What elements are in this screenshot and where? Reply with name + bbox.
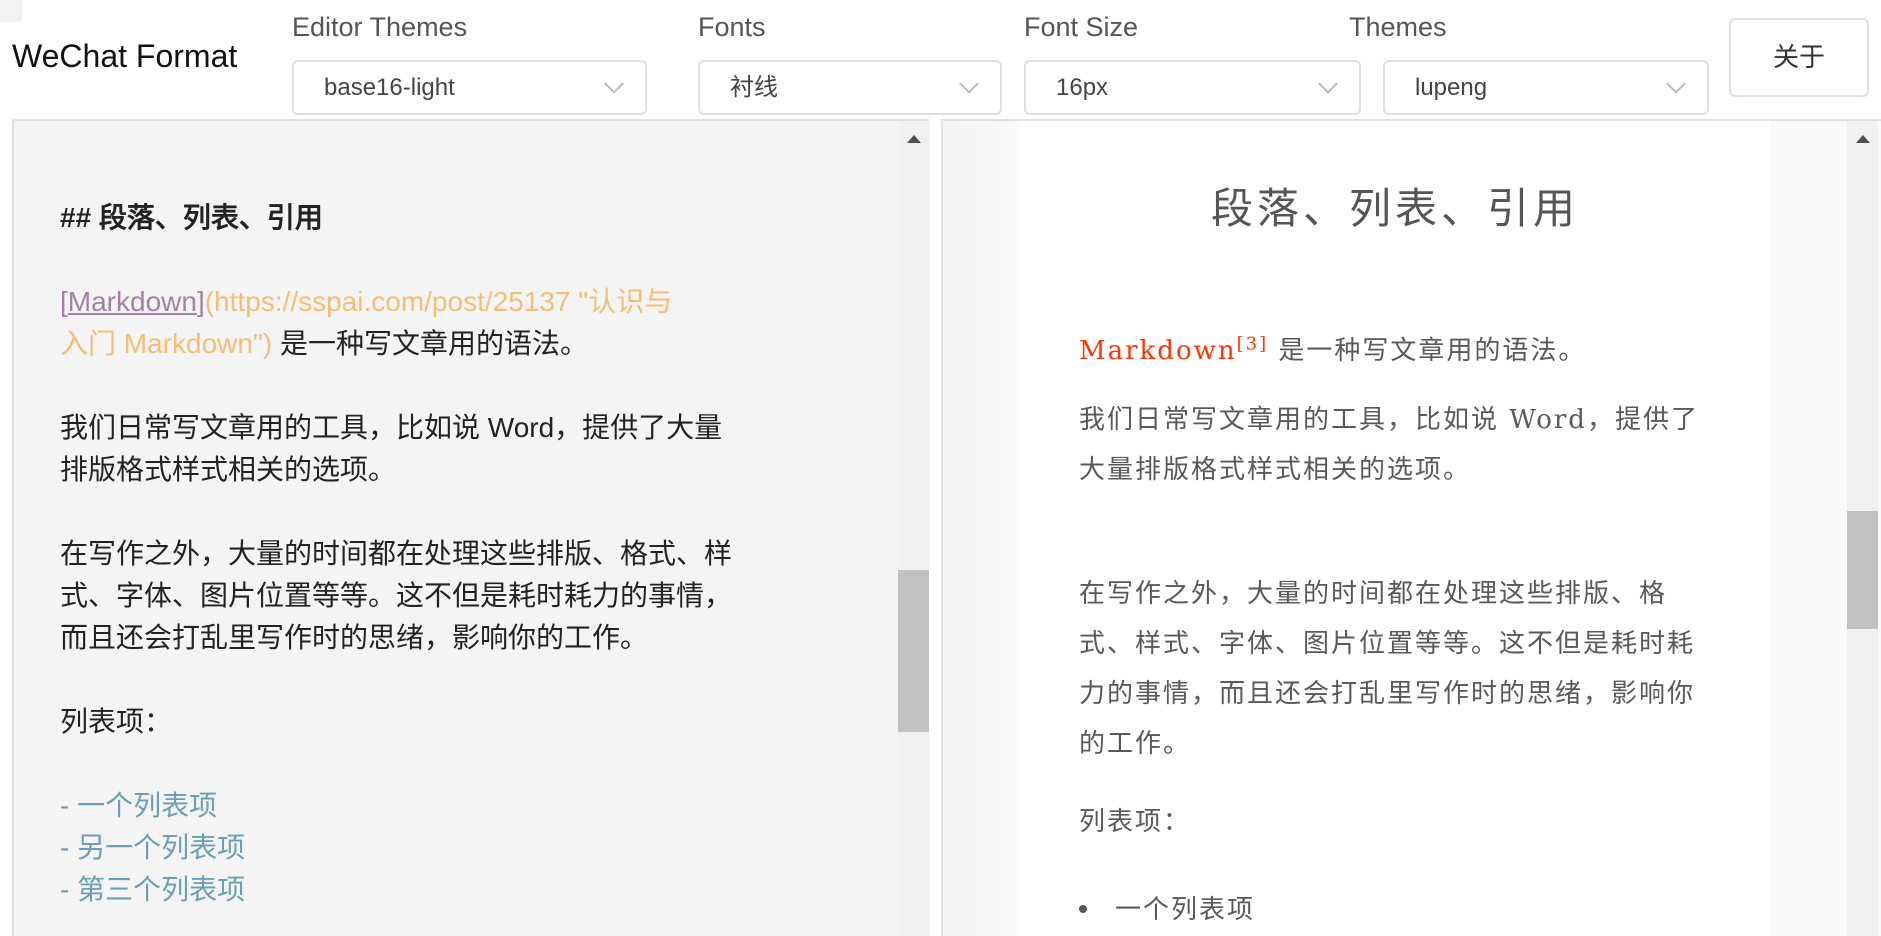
preview-scrollbar[interactable] <box>1847 121 1878 936</box>
preview-list-item-text: 一个列表项 <box>1115 895 1256 925</box>
corner-decoration <box>0 0 22 22</box>
preview-link[interactable]: Markdown <box>1079 336 1237 366</box>
app-title: WeChat Format <box>12 38 238 74</box>
editor-scrollbar[interactable] <box>898 121 929 936</box>
editor-text: 是一种写文章用的语法。 <box>272 328 588 359</box>
scroll-up-arrow-icon[interactable] <box>1856 135 1870 143</box>
preview-paragraph: 在写作之外，大量的时间都在处理这些排版、格式、样式、字体、图片位置等等。这不但是… <box>1079 579 1696 759</box>
editor-line: 而且还会打乱里写作时的思绪，影响你的工作。 <box>60 622 649 653</box>
font-size-value: 16px <box>1056 74 1109 101</box>
preview-paragraph: 我们日常写文章用的工具，比如说 Word，提供了大量排版格式样式相关的选项。 <box>1079 405 1699 485</box>
editor-link-url: (https://sspai.com/post/25137 "认识与 <box>204 286 673 317</box>
editor-line: 列表项： <box>60 706 173 737</box>
about-button[interactable]: 关于 <box>1729 18 1869 97</box>
editor-line: 在写作之外，大量的时间都在处理这些排版、格式、样 <box>60 538 733 569</box>
fonts-select[interactable]: 衬线 <box>698 60 1002 115</box>
editor-themes-value: base16-light <box>324 74 455 101</box>
editor-line: 式、字体、图片位置等等。这不但是耗时耗力的事情， <box>60 580 733 611</box>
preview-list-item: 一个列表项 <box>1079 889 1255 926</box>
preview-scrollbar-thumb[interactable] <box>1847 511 1878 629</box>
link-bracket: ] <box>196 286 205 317</box>
chevron-down-icon <box>1318 73 1338 94</box>
font-size-label: Font Size <box>1024 12 1139 42</box>
editor-line: 排版格式样式相关的选项。 <box>60 454 397 485</box>
editor-line: 我们日常写文章用的工具，比如说 Word，提供了大量 <box>60 412 723 443</box>
chevron-down-icon <box>959 73 979 94</box>
themes-value: lupeng <box>1415 74 1488 101</box>
editor-list-item: - 第三个列表项 <box>60 874 246 905</box>
preview-article: 段落、列表、引用 Markdown[3] 是一种写文章用的语法。 我们日常写文章… <box>1019 121 1771 936</box>
preview-pane: 段落、列表、引用 Markdown[3] 是一种写文章用的语法。 我们日常写文章… <box>941 119 1881 936</box>
link-bracket: [ <box>60 286 68 317</box>
preview-title: 段落、列表、引用 <box>1210 184 1579 233</box>
chevron-down-icon <box>1666 73 1686 94</box>
editor-list-item: - 另一个列表项 <box>60 832 246 863</box>
editor-link-text[interactable]: Markdown <box>68 286 197 317</box>
chevron-down-icon <box>604 73 624 94</box>
font-size-select[interactable]: 16px <box>1024 60 1361 115</box>
themes-label: Themes <box>1349 12 1447 42</box>
fonts-label: Fonts <box>698 12 766 42</box>
footnote-ref: [3] <box>1236 333 1269 355</box>
editor-themes-select[interactable]: base16-light <box>292 60 647 115</box>
preview-text: 是一种写文章用的语法。 <box>1268 336 1587 366</box>
fonts-value: 衬线 <box>730 74 778 101</box>
editor-themes-label: Editor Themes <box>292 12 468 42</box>
editor-heading: ## 段落、列表、引用 <box>60 202 323 233</box>
editor-list-item: - 一个列表项 <box>60 790 218 821</box>
themes-select[interactable]: lupeng <box>1383 60 1709 115</box>
scroll-up-arrow-icon[interactable] <box>907 135 921 143</box>
editor-scrollbar-thumb[interactable] <box>898 570 929 732</box>
markdown-editor[interactable]: ## 段落、列表、引用 [Markdown](https://sspai.com… <box>12 119 929 936</box>
preview-list-label: 列表项： <box>1079 807 1192 837</box>
editor-link-url: 入门 Markdown") <box>60 328 273 359</box>
